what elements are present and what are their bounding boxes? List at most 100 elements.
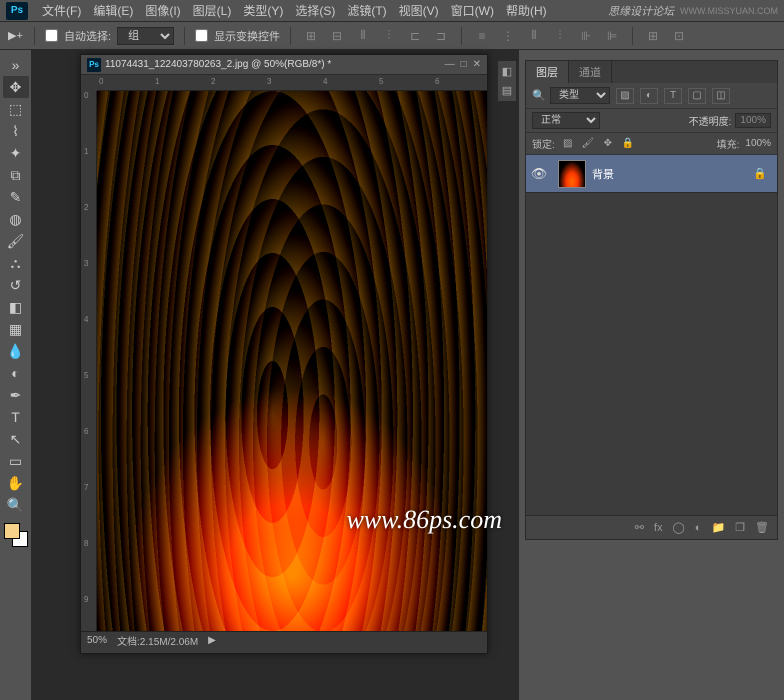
new-layer-icon[interactable]: ❐ [735, 521, 745, 534]
minimize-icon[interactable]: — [445, 59, 455, 70]
visibility-eye-icon[interactable]: 👁 [526, 166, 552, 182]
menu-view[interactable]: 视图(V) [393, 2, 445, 19]
delete-layer-icon[interactable]: 🗑 [755, 521, 769, 534]
magic-wand-tool[interactable]: ✦ [3, 142, 29, 164]
menu-file[interactable]: 文件(F) [36, 2, 87, 19]
filter-smart-icon[interactable]: ◫ [712, 88, 730, 104]
zoom-tool[interactable]: 🔍 [3, 494, 29, 516]
expand-toolbox-icon[interactable]: » [3, 54, 29, 76]
foreground-color-swatch[interactable] [4, 523, 20, 539]
marquee-tool[interactable]: ⬚ [3, 98, 29, 120]
layer-fx-icon[interactable]: fx [654, 522, 663, 534]
layers-list: 👁 背景 🔒 [526, 155, 777, 515]
lock-transparency-icon[interactable]: ▨ [561, 138, 575, 149]
search-icon[interactable]: 🔍 [532, 89, 544, 102]
blend-mode-dropdown[interactable]: 正常 [532, 112, 600, 129]
adjustment-layer-icon[interactable]: ◐ [695, 522, 702, 534]
arrange-icon[interactable]: ⊞ [643, 26, 663, 46]
menu-layer[interactable]: 图层(L) [187, 2, 238, 19]
align-icon[interactable]: ⊏ [405, 26, 425, 46]
color-swatches[interactable] [3, 522, 29, 548]
history-brush-tool[interactable]: ↺ [3, 274, 29, 296]
canvas[interactable] [97, 91, 487, 631]
distribute-icon[interactable]: ⋮ [498, 26, 518, 46]
close-icon[interactable]: ✕ [473, 59, 481, 70]
move-tool[interactable]: ✥ [3, 76, 29, 98]
distribute-icon[interactable]: ⫶ [550, 26, 570, 46]
link-layers-icon[interactable]: ⚯ [635, 521, 644, 534]
ruler-vertical: 0 1 2 3 4 5 6 7 8 9 [81, 91, 97, 631]
eyedropper-tool[interactable]: ✎ [3, 186, 29, 208]
distribute-icon[interactable]: ≡ [472, 26, 492, 46]
layer-mask-icon[interactable]: ◯ [672, 521, 684, 534]
eraser-tool[interactable]: ◧ [3, 296, 29, 318]
lasso-tool[interactable]: ⌇ [3, 120, 29, 142]
align-icon[interactable]: ⫶ [379, 26, 399, 46]
app-logo: Ps [6, 2, 28, 20]
align-icon[interactable]: ⊟ [327, 26, 347, 46]
brush-tool[interactable]: 🖌 [3, 230, 29, 252]
type-tool[interactable]: T [3, 406, 29, 428]
healing-brush-tool[interactable]: ◍ [3, 208, 29, 230]
opacity-label: 不透明度: [689, 113, 732, 128]
lock-all-icon[interactable]: 🔒 [621, 138, 635, 149]
clone-stamp-tool[interactable]: ⛬ [3, 252, 29, 274]
menu-filter[interactable]: 滤镜(T) [341, 2, 392, 19]
align-icon[interactable]: ⫴ [353, 26, 373, 46]
distribute-icon[interactable]: ⊫ [602, 26, 622, 46]
menu-type[interactable]: 类型(Y) [237, 2, 289, 19]
layer-thumbnail[interactable] [558, 160, 586, 188]
zoom-level[interactable]: 50% [87, 635, 107, 646]
options-bar: ▶+ 自动选择: 组 显示变换控件 ⊞ ⊟ ⫴ ⫶ ⊏ ⊐ ≡ ⋮ ⫴ ⫶ ⊪ … [0, 22, 784, 50]
blur-tool[interactable]: 💧 [3, 340, 29, 362]
layers-panel: 图层 通道 🔍 类型 ▨ ◐ T ▢ ◫ 正常 不透明度: 100% 锁定: ▨… [525, 60, 778, 540]
menu-edit[interactable]: 编辑(E) [87, 2, 139, 19]
filter-shape-icon[interactable]: ▢ [688, 88, 706, 104]
blend-row: 正常 不透明度: 100% [526, 109, 777, 133]
layer-name[interactable]: 背景 [592, 166, 614, 182]
path-selection-tool[interactable]: ↖ [3, 428, 29, 450]
status-arrow-icon[interactable]: ▶ [208, 635, 216, 646]
toolbox: » ✥ ⬚ ⌇ ✦ ⧉ ✎ ◍ 🖌 ⛬ ↺ ◧ ▦ 💧 ◐ ✒ T ↖ ▭ ✋ … [0, 50, 32, 700]
auto-select-checkbox[interactable] [45, 29, 58, 42]
tab-layers[interactable]: 图层 [526, 61, 569, 83]
layer-row[interactable]: 👁 背景 🔒 [526, 155, 777, 193]
menu-image[interactable]: 图像(I) [139, 2, 186, 19]
flame-image [97, 91, 487, 631]
align-icon[interactable]: ⊞ [301, 26, 321, 46]
maximize-icon[interactable]: □ [461, 59, 467, 70]
menu-select[interactable]: 选择(S) [289, 2, 341, 19]
show-transform-checkbox[interactable] [195, 29, 208, 42]
lock-position-icon[interactable]: ✥ [601, 138, 615, 149]
pen-tool[interactable]: ✒ [3, 384, 29, 406]
menu-window[interactable]: 窗口(W) [445, 2, 500, 19]
panels-area: ◧ ▤ 图层 通道 🔍 类型 ▨ ◐ T ▢ ◫ 正常 不透明度: 100% [518, 50, 784, 700]
fill-value[interactable]: 100% [745, 138, 771, 149]
crop-tool[interactable]: ⧉ [3, 164, 29, 186]
tab-channels[interactable]: 通道 [569, 61, 612, 83]
distribute-icon[interactable]: ⫴ [524, 26, 544, 46]
filter-adjust-icon[interactable]: ◐ [640, 88, 658, 104]
filter-kind-dropdown[interactable]: 类型 [550, 87, 610, 104]
lock-pixels-icon[interactable]: 🖌 [581, 138, 595, 149]
filter-pixel-icon[interactable]: ▨ [616, 88, 634, 104]
collapsed-panels[interactable]: ◧ ▤ [497, 60, 517, 102]
document-tab[interactable]: Ps 11074431_122403780263_2.jpg @ 50%(RGB… [81, 55, 487, 75]
distribute-icon[interactable]: ⊪ [576, 26, 596, 46]
layers-panel-footer: ⚯ fx ◯ ◐ 📁 ❐ 🗑 [526, 515, 777, 539]
auto-select-dropdown[interactable]: 组 [117, 27, 174, 45]
gradient-tool[interactable]: ▦ [3, 318, 29, 340]
ruler-horizontal: 0 1 2 3 4 5 6 [97, 75, 487, 91]
opacity-value[interactable]: 100% [735, 113, 771, 128]
collapsed-panel-icon[interactable]: ◧ [502, 65, 512, 78]
hand-tool[interactable]: ✋ [3, 472, 29, 494]
align-icon[interactable]: ⊐ [431, 26, 451, 46]
shape-tool[interactable]: ▭ [3, 450, 29, 472]
brand-text: 思缘设计论坛 [608, 3, 674, 19]
menu-help[interactable]: 帮助(H) [500, 2, 553, 19]
arrange-icon[interactable]: ⊡ [669, 26, 689, 46]
dodge-tool[interactable]: ◐ [3, 362, 29, 384]
new-group-icon[interactable]: 📁 [711, 521, 725, 534]
filter-type-icon[interactable]: T [664, 88, 682, 104]
collapsed-panel-icon[interactable]: ▤ [502, 84, 512, 97]
